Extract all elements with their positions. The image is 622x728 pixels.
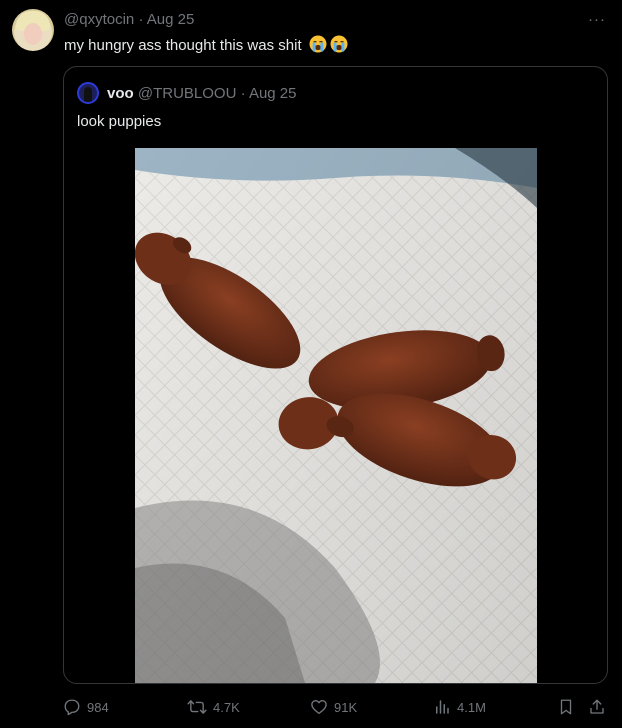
views-button[interactable]: 4.1M bbox=[433, 698, 486, 716]
reply-count: 984 bbox=[87, 699, 109, 715]
bookmark-button[interactable] bbox=[557, 698, 575, 716]
repost-count: 4.7K bbox=[213, 699, 240, 715]
loudly-crying-face-icon bbox=[330, 35, 348, 53]
quoted-tweet-photo[interactable] bbox=[135, 148, 537, 683]
repost-icon bbox=[187, 700, 207, 714]
heart-icon bbox=[311, 700, 327, 715]
views-count: 4.1M bbox=[457, 699, 486, 715]
avatar-figure bbox=[84, 87, 92, 102]
tweet-date[interactable]: Aug 25 bbox=[147, 11, 195, 28]
views-chart-icon bbox=[436, 700, 449, 714]
author-handle[interactable]: @qxytocin bbox=[64, 11, 134, 28]
author-avatar[interactable] bbox=[12, 9, 54, 51]
repost-button[interactable]: 4.7K bbox=[187, 698, 240, 716]
more-options-icon[interactable]: ··· bbox=[588, 11, 606, 28]
quoted-author-handle[interactable]: @TRUBLOOU bbox=[138, 85, 237, 102]
share-button[interactable] bbox=[588, 698, 606, 716]
separator-dot: · bbox=[240, 85, 246, 102]
tweet-text: my hungry ass thought this was shit bbox=[64, 35, 348, 54]
tweet-text-body: my hungry ass thought this was shit bbox=[64, 37, 302, 54]
reply-button[interactable]: 984 bbox=[63, 698, 109, 716]
quoted-tweet-header: voo @TRUBLOOU · Aug 25 bbox=[107, 85, 296, 102]
share-icon bbox=[590, 699, 604, 714]
puppies-photo bbox=[135, 148, 537, 683]
like-button[interactable]: 91K bbox=[310, 698, 357, 716]
separator-dot: · bbox=[138, 11, 144, 28]
loudly-crying-face-icon bbox=[309, 35, 327, 53]
tweet-header: @qxytocin · Aug 25 bbox=[64, 11, 194, 28]
avatar-face bbox=[24, 23, 42, 45]
quoted-tweet-card[interactable]: voo @TRUBLOOU · Aug 25 look puppies bbox=[63, 66, 608, 684]
reply-icon bbox=[64, 699, 80, 716]
tweet-action-bar: 984 4.7K 91K 4.1M bbox=[0, 694, 622, 724]
quoted-tweet-date[interactable]: Aug 25 bbox=[249, 85, 297, 102]
like-count: 91K bbox=[334, 699, 358, 715]
quoted-author-name[interactable]: voo bbox=[107, 85, 134, 102]
quoted-author-avatar[interactable] bbox=[77, 82, 99, 104]
bookmark-icon bbox=[560, 699, 572, 715]
quoted-tweet-text: look puppies bbox=[77, 113, 162, 130]
